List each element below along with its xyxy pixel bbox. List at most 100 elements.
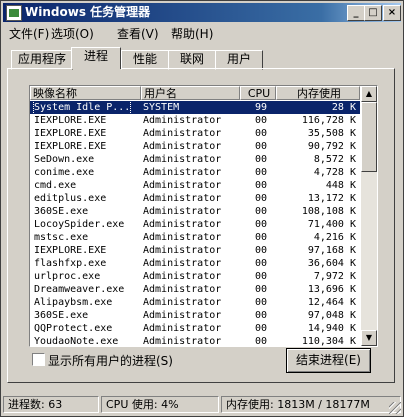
minimize-button[interactable]: _ (347, 5, 365, 21)
menu-file[interactable]: 文件(F) (9, 25, 49, 42)
process-image-name: System Idle P... (32, 100, 132, 115)
menu-help[interactable]: 帮助(H) (171, 25, 213, 42)
process-cpu: 00 (254, 180, 267, 191)
process-user-name: Administrator (143, 115, 222, 126)
process-memory: 4,728 K (313, 167, 356, 178)
show-all-users-label[interactable]: 显示所有用户的进程(S) (48, 352, 173, 369)
table-row[interactable]: SeDown.exe Administrator 00 8,572 K (30, 153, 360, 166)
table-row[interactable]: Dreamweaver.exe Administrator 00 13,696 K (30, 283, 360, 296)
table-row[interactable]: 360SE.exe Administrator 00 97,048 K (30, 309, 360, 322)
process-cpu: 99 (254, 102, 267, 113)
table-row[interactable]: editplus.exe Administrator 00 13,172 K (30, 192, 360, 205)
column-header-cpu[interactable]: CPU (240, 86, 276, 100)
table-row[interactable]: mstsc.exe Administrator 00 4,216 K (30, 231, 360, 244)
end-process-button[interactable]: 结束进程(E) (286, 348, 371, 373)
process-user-name: Administrator (143, 310, 222, 321)
process-memory: 8,572 K (313, 154, 356, 165)
column-header-user-name[interactable]: 用户名 (141, 86, 240, 100)
window-title: Windows 任务管理器 (25, 5, 151, 19)
tab-users[interactable]: 用户 (215, 50, 263, 70)
table-row[interactable]: urlproc.exe Administrator 00 7,972 K (30, 270, 360, 283)
menu-view[interactable]: 查看(V) (117, 25, 159, 42)
process-image-name: conime.exe (34, 167, 95, 178)
process-memory: 12,464 K (307, 297, 356, 308)
process-cpu: 00 (254, 141, 267, 152)
process-cpu: 00 (254, 219, 267, 230)
process-image-name: 360SE.exe (34, 206, 89, 217)
table-row[interactable]: Alipaybsm.exe Administrator 00 12,464 K (30, 296, 360, 309)
process-image-name: 360SE.exe (34, 310, 89, 321)
table-row[interactable]: System Idle P... SYSTEM 99 28 K (30, 100, 360, 115)
maximize-button[interactable]: □ (364, 5, 382, 21)
tab-processes[interactable]: 进程 (71, 47, 121, 69)
scroll-thumb[interactable] (361, 102, 377, 172)
vertical-scrollbar[interactable]: ▲ ▼ (361, 86, 377, 346)
process-image-name: IEXPLORE.EXE (34, 245, 107, 256)
table-row[interactable]: 360SE.exe Administrator 00 108,108 K (30, 205, 360, 218)
process-user-name: Administrator (143, 180, 222, 191)
process-list[interactable]: 映像名称 用户名 CPU 内存使用 System Idle P... SYSTEM… (29, 85, 378, 347)
process-user-name: Administrator (143, 141, 222, 152)
process-memory: 116,728 K (301, 115, 356, 126)
process-cpu: 00 (254, 232, 267, 243)
process-image-name: IEXPLORE.EXE (34, 115, 107, 126)
process-memory: 90,792 K (307, 141, 356, 152)
process-user-name: Administrator (143, 323, 222, 334)
process-memory: 97,168 K (307, 245, 356, 256)
process-image-name: mstsc.exe (34, 232, 89, 243)
tab-applications[interactable]: 应用程序 (11, 50, 73, 70)
process-image-name: LocoySpider.exe (34, 219, 125, 230)
process-cpu: 00 (254, 115, 267, 126)
process-cpu: 00 (254, 284, 267, 295)
process-memory: 7,972 K (313, 271, 356, 282)
title-bar[interactable]: Windows 任务管理器 _ □ × (3, 3, 401, 22)
process-user-name: SYSTEM (143, 102, 180, 113)
process-cpu: 00 (254, 271, 267, 282)
process-image-name: IEXPLORE.EXE (34, 128, 107, 139)
process-memory: 71,400 K (307, 219, 356, 230)
table-row[interactable]: YoudaoNote.exe Administrator 00 110,304 K (30, 335, 360, 347)
table-row[interactable]: IEXPLORE.EXE Administrator 00 90,792 K (30, 140, 360, 153)
scroll-up-arrow-icon[interactable]: ▲ (361, 86, 377, 102)
process-memory: 97,048 K (307, 310, 356, 321)
process-user-name: Administrator (143, 154, 222, 165)
process-cpu: 00 (254, 154, 267, 165)
process-user-name: Administrator (143, 258, 222, 269)
process-memory: 4,216 K (313, 232, 356, 243)
process-user-name: Administrator (143, 336, 222, 347)
process-image-name: YoudaoNote.exe (34, 336, 119, 347)
table-row[interactable]: IEXPLORE.EXE Administrator 00 116,728 K (30, 114, 360, 127)
status-process-count: 进程数: 63 (3, 396, 99, 413)
menu-options[interactable]: 选项(O) (51, 25, 94, 42)
process-image-name: Dreamweaver.exe (34, 284, 125, 295)
process-image-name: urlproc.exe (34, 271, 101, 282)
process-memory: 110,304 K (301, 336, 356, 347)
close-button[interactable]: × (383, 5, 401, 21)
process-user-name: Administrator (143, 297, 222, 308)
table-row[interactable]: conime.exe Administrator 00 4,728 K (30, 166, 360, 179)
task-manager-window: Windows 任务管理器 _ □ × 文件(F) 选项(O) 查看(V) 帮助… (0, 0, 404, 417)
process-user-name: Administrator (143, 206, 222, 217)
show-all-users-checkbox[interactable] (32, 353, 45, 366)
tab-performance[interactable]: 性能 (121, 50, 169, 70)
process-user-name: Administrator (143, 193, 222, 204)
process-memory: 36,604 K (307, 258, 356, 269)
table-row[interactable]: QQProtect.exe Administrator 00 14,940 K (30, 322, 360, 335)
tab-networking[interactable]: 联网 (168, 50, 216, 70)
process-image-name: flashfxp.exe (34, 258, 107, 269)
column-header-image-name[interactable]: 映像名称 (30, 86, 141, 100)
process-user-name: Administrator (143, 271, 222, 282)
table-row[interactable]: IEXPLORE.EXE Administrator 00 35,508 K (30, 127, 360, 140)
status-memory-usage: 内存使用: 1813M / 18177M (221, 396, 401, 413)
scroll-down-arrow-icon[interactable]: ▼ (361, 330, 377, 346)
column-header-memory[interactable]: 内存使用 (276, 86, 360, 100)
table-row[interactable]: cmd.exe Administrator 00 448 K (30, 179, 360, 192)
table-row[interactable]: IEXPLORE.EXE Administrator 00 97,168 K (30, 244, 360, 257)
table-row[interactable]: flashfxp.exe Administrator 00 36,604 K (30, 257, 360, 270)
table-row[interactable]: LocoySpider.exe Administrator 00 71,400 K (30, 218, 360, 231)
resize-grip-icon[interactable] (389, 402, 401, 414)
process-image-name: cmd.exe (34, 180, 77, 191)
process-image-name: IEXPLORE.EXE (34, 141, 107, 152)
process-image-name: Alipaybsm.exe (34, 297, 113, 308)
process-cpu: 00 (254, 128, 267, 139)
